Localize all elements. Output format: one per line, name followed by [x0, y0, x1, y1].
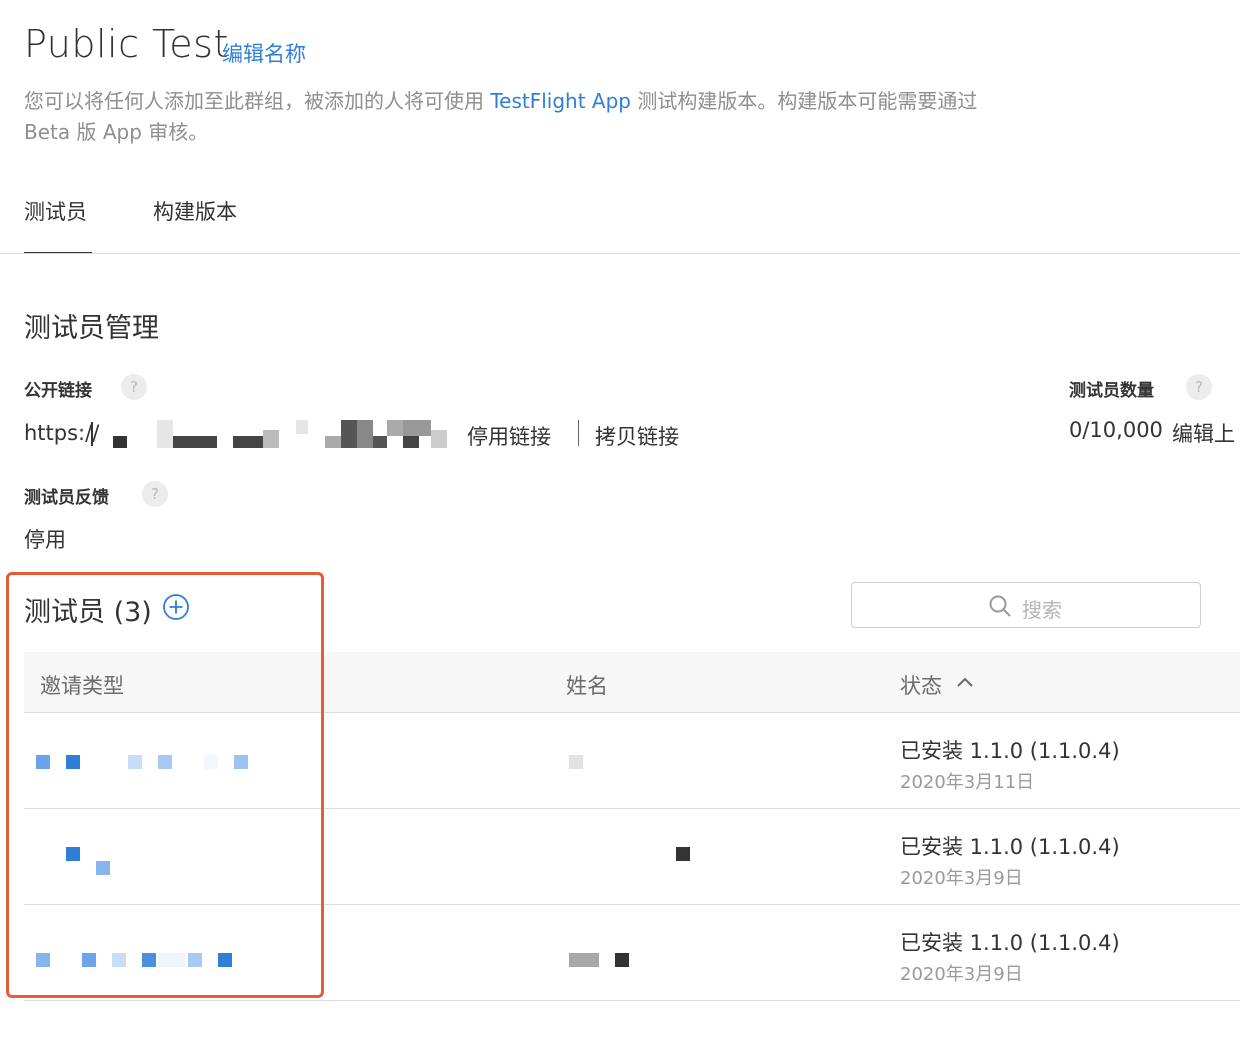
edit-name-link[interactable]: 编辑名称	[222, 38, 306, 68]
link-separator	[578, 420, 579, 446]
install-date: 2020年3月9日	[900, 868, 1023, 889]
column-header-name[interactable]: 姓名	[566, 670, 608, 700]
highlight-annotation	[6, 572, 324, 998]
help-icon[interactable]: ?	[1186, 374, 1212, 400]
install-status: 已安装 1.1.0 (1.1.0.4)	[900, 931, 1120, 955]
install-status: 已安装 1.1.0 (1.1.0.4)	[900, 835, 1120, 859]
disable-feedback-button[interactable]: 停用	[24, 524, 66, 554]
feedback-label: 测试员反馈	[24, 488, 109, 508]
description-text-2: 测试构建版本。构建版本可能需要通过	[631, 89, 978, 113]
column-header-status[interactable]: 状态	[900, 670, 942, 700]
description-text-3: Beta 版 App 审核。	[24, 120, 209, 144]
install-date: 2020年3月11日	[900, 772, 1035, 793]
group-description: 您可以将任何人添加至此群组，被添加的人将可使用 TestFlight App 测…	[24, 86, 1104, 148]
search-placeholder: 搜索	[1022, 598, 1062, 622]
search-icon	[988, 594, 1012, 618]
help-icon[interactable]: ?	[121, 374, 147, 400]
tab-testers[interactable]: 测试员	[24, 196, 87, 226]
testflight-app-link[interactable]: TestFlight App	[490, 89, 631, 113]
tester-count-value: 0/10,000	[1069, 418, 1163, 442]
tabs-divider	[0, 253, 1240, 254]
edit-limit-link[interactable]: 编辑上	[1172, 418, 1235, 448]
tester-count-label: 测试员数量	[1069, 381, 1154, 401]
install-status: 已安装 1.1.0 (1.1.0.4)	[900, 739, 1120, 763]
help-icon[interactable]: ?	[142, 481, 168, 507]
public-link-value: https://	[24, 421, 100, 445]
search-input[interactable]: 搜索	[851, 582, 1201, 628]
copy-link-button[interactable]: 拷贝链接	[595, 421, 679, 451]
disable-link-button[interactable]: 停用链接	[467, 421, 551, 451]
tab-builds[interactable]: 构建版本	[153, 196, 237, 226]
description-text: 您可以将任何人添加至此群组，被添加的人将可使用	[24, 89, 491, 113]
chevron-up-icon[interactable]	[956, 674, 974, 688]
public-link-label: 公开链接	[24, 381, 92, 401]
install-date: 2020年3月9日	[900, 964, 1023, 985]
group-title: Public Test	[24, 22, 229, 66]
section-title: 测试员管理	[24, 313, 159, 344]
